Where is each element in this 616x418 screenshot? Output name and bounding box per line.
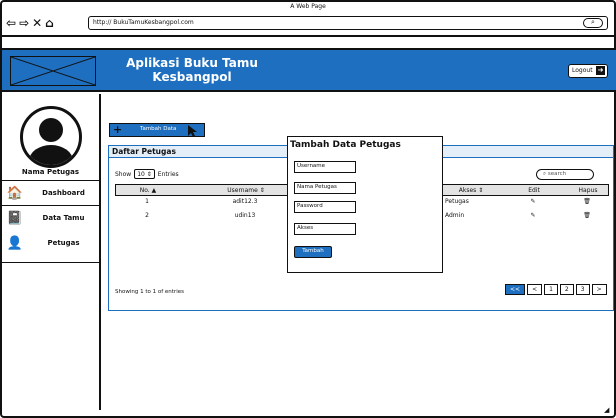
plus-icon: + bbox=[113, 123, 123, 136]
window-title: A Web Page bbox=[290, 3, 326, 10]
url-text: http:// BukuTamuKesbangpol.com bbox=[93, 19, 194, 26]
modal-title: Tambah Data Petugas bbox=[290, 140, 401, 150]
app-title: Aplikasi Buku Tamu Kesbangpol bbox=[122, 56, 262, 84]
entries-label: Entries bbox=[157, 170, 179, 178]
avatar bbox=[20, 106, 82, 168]
trash-icon[interactable]: 🗑 bbox=[567, 196, 607, 208]
logo-placeholder bbox=[10, 56, 96, 86]
app-title-line2: Kesbangpol bbox=[152, 70, 232, 84]
search-icon[interactable]: ⌕ bbox=[583, 18, 603, 28]
sidebar-item-label: Petugas bbox=[47, 239, 80, 247]
home-icon[interactable]: ⌂ bbox=[45, 17, 54, 29]
pagination: << < 1 2 3 > bbox=[505, 284, 607, 295]
username-field[interactable]: Username bbox=[294, 161, 356, 173]
cell-akses: Admin bbox=[445, 212, 465, 219]
sidebar-item-label: Dashboard bbox=[42, 189, 85, 197]
add-user-icon: 👤 bbox=[6, 235, 24, 251]
chrome-divider bbox=[2, 35, 614, 37]
logout-button[interactable]: Logout ➜ bbox=[568, 64, 608, 78]
pagination-page-1[interactable]: 1 bbox=[544, 284, 558, 295]
tambah-button[interactable]: Tambah bbox=[294, 246, 332, 258]
resize-grip-icon[interactable]: ◢ bbox=[604, 406, 612, 414]
browser-window: A Web Page ⇦ ⇨ ✕ ⌂ http:// BukuTamuKesba… bbox=[0, 0, 616, 418]
close-icon[interactable]: ✕ bbox=[32, 17, 42, 29]
sidebar-divider bbox=[2, 205, 99, 206]
pagination-page-3[interactable]: 3 bbox=[575, 284, 590, 295]
cell-akses: Petugas bbox=[445, 198, 469, 205]
password-field[interactable]: Password bbox=[294, 201, 356, 213]
home-icon: 🏠 bbox=[6, 185, 24, 201]
forward-arrow-icon[interactable]: ⇨ bbox=[19, 17, 29, 29]
app-header: Aplikasi Buku Tamu Kesbangpol Logout ➜ bbox=[2, 48, 616, 92]
mouse-cursor-icon bbox=[188, 125, 197, 137]
sidebar-divider bbox=[2, 180, 99, 181]
add-data-label: Tambah Data bbox=[140, 126, 177, 132]
user-name: Nama Petugas bbox=[21, 168, 80, 176]
sidebar-divider bbox=[2, 262, 99, 263]
trash-icon[interactable]: 🗑 bbox=[567, 210, 607, 222]
logout-label: Logout bbox=[572, 67, 593, 74]
entries-select[interactable]: 10 ⇕ bbox=[134, 169, 155, 179]
pagination-first[interactable]: << bbox=[505, 284, 526, 295]
app-title-line1: Aplikasi Buku Tamu bbox=[126, 56, 258, 70]
cell-no: 1 bbox=[145, 198, 149, 205]
logout-icon: ➜ bbox=[596, 66, 605, 75]
pagination-next[interactable]: > bbox=[591, 284, 607, 295]
sidebar-item-petugas[interactable]: 👤 Petugas bbox=[2, 232, 99, 254]
cell-no: 2 bbox=[145, 212, 149, 219]
search-input[interactable]: ⌕ search bbox=[536, 169, 594, 180]
edit-icon[interactable]: ✎ bbox=[513, 196, 553, 208]
edit-icon[interactable]: ✎ bbox=[513, 210, 553, 222]
show-label: Show bbox=[115, 170, 132, 178]
sidebar-item-dashboard[interactable]: 🏠 Dashboard bbox=[2, 182, 99, 204]
add-petugas-modal: Tambah Data Petugas Username Nama Petuga… bbox=[287, 136, 443, 273]
sidebar-item-label: Data Tamu bbox=[42, 214, 85, 222]
search-placeholder: search bbox=[547, 171, 567, 177]
pagination-prev[interactable]: < bbox=[527, 284, 543, 295]
sidebar-item-data-tamu[interactable]: 📓 Data Tamu bbox=[2, 207, 99, 229]
book-icon: 📓 bbox=[6, 210, 24, 226]
pagination-page-2[interactable]: 2 bbox=[559, 284, 574, 295]
back-arrow-icon[interactable]: ⇦ bbox=[6, 17, 16, 29]
nama-petugas-field[interactable]: Nama Petugas bbox=[294, 182, 356, 194]
akses-field[interactable]: Akses bbox=[294, 223, 356, 235]
url-bar[interactable]: http:// BukuTamuKesbangpol.com ⌕ bbox=[88, 16, 608, 30]
browser-nav: ⇦ ⇨ ✕ ⌂ bbox=[6, 16, 54, 30]
show-entries: Show 10 ⇕ Entries bbox=[115, 169, 179, 179]
showing-entries-text: Showing 1 to 1 of entries bbox=[115, 289, 184, 295]
